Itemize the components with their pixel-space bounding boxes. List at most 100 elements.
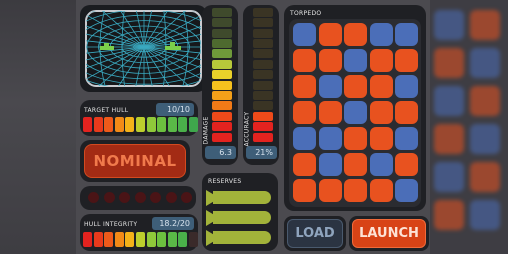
gauge-segment [253,49,273,59]
gauge-segment [253,39,273,48]
gauge-segment [178,117,188,132]
indicator-light [150,192,161,203]
indicator-light [134,192,146,203]
indicator-light [119,192,130,203]
grid-cell-orange[interactable] [369,75,393,98]
grid-cell-blue[interactable] [344,49,367,72]
gauge-segment [253,18,273,28]
gauge-segment [157,117,167,132]
left-background [0,0,76,254]
target-hull-bar [83,117,198,132]
torpedo-grid[interactable] [289,19,421,207]
grid-cell-blue[interactable] [395,179,418,202]
grid-cell-orange[interactable] [344,23,367,46]
load-button-label: LOAD [287,219,343,248]
gauge-segment [212,80,232,90]
grid-cell-orange[interactable] [395,153,418,176]
grid-cell-orange[interactable] [369,179,393,202]
indicator-light [88,192,99,203]
gauge-segment [253,101,273,111]
damage-panel: DAMAGE 6.3 [202,5,238,165]
gauge-segment [104,232,114,247]
hull-integrity-bar [83,232,198,247]
grid-cell-blue[interactable] [395,75,418,98]
grid-cell-orange[interactable] [293,179,316,202]
grid-cell-orange[interactable] [293,49,316,72]
gauge-segment [104,117,114,132]
grid-cell-blue[interactable] [318,127,342,150]
damage-value: 6.3 [205,146,236,159]
grid-cell-blue[interactable] [369,23,393,46]
gauge-segment [212,111,232,121]
grid-cell-orange[interactable] [344,127,367,150]
status-text: NOMINAL [84,144,186,178]
hull-integrity-label: HULL INTEGRITY [84,221,138,228]
grid-cell-blue[interactable] [293,23,316,46]
status-indicator: NOMINAL [80,140,190,182]
grid-cell-orange[interactable] [293,75,316,98]
indicator-light [165,192,177,203]
accuracy-bar [253,7,275,143]
gauge-segment [212,49,232,59]
gauge-segment [212,7,232,17]
gauge-segment [125,117,135,132]
gauge-segment [253,91,273,100]
gauge-segment [212,59,232,69]
accuracy-label: ACCURACY [243,111,251,147]
grid-cell-orange[interactable] [395,49,418,72]
load-button[interactable]: LOAD [284,216,346,251]
gauge-segment [93,232,103,247]
grid-cell-orange[interactable] [293,101,316,124]
grid-cell-blue[interactable] [318,75,342,98]
grid-cell-orange[interactable] [344,75,367,98]
reserves-list [206,187,276,249]
grid-cell-blue[interactable] [395,127,418,150]
grid-cell-orange[interactable] [318,101,342,124]
launch-button-label: LAUNCH [352,219,426,248]
torpedo-panel: TORPEDO [284,5,426,211]
grid-cell-orange[interactable] [369,101,393,124]
target-hull-panel: TARGET HULL 10/10 [80,100,198,136]
hull-integrity-panel: HULL INTEGRITY 18.2/20 [80,214,198,251]
grid-cell-orange[interactable] [318,49,342,72]
reserve-torpedo-icon [206,209,274,227]
gauge-segment [157,232,167,247]
grid-cell-blue[interactable] [293,127,316,150]
grid-cell-orange[interactable] [318,179,342,202]
gauge-segment [253,80,273,90]
gauge-segment [83,232,92,247]
grid-cell-orange[interactable] [318,23,342,46]
grid-cell-orange[interactable] [369,127,393,150]
gauge-segment [253,59,273,69]
grid-cell-orange[interactable] [369,49,393,72]
reserves-panel: RESERVES [202,173,278,251]
grid-cell-orange[interactable] [344,153,367,176]
grid-cell-blue[interactable] [318,153,342,176]
grid-cell-orange[interactable] [344,179,367,202]
gauge-segment [253,28,273,38]
gauge-segment [212,39,232,48]
grid-cell-orange[interactable] [395,101,418,124]
target-hull-label: TARGET HULL [84,107,129,114]
damage-bar [212,7,234,143]
grid-cell-blue[interactable] [369,153,393,176]
gauge-segment [189,232,198,247]
gauge-segment [212,91,232,100]
indicator-light [103,192,115,203]
launch-button[interactable]: LAUNCH [349,216,429,251]
sonar-display [85,10,202,87]
grid-cell-orange[interactable] [293,153,316,176]
grid-cell-blue[interactable] [344,101,367,124]
game-console: TARGET HULL 10/10 NOMINAL HULL INTEGRITY… [76,0,430,254]
target-hull-value: 10/10 [156,103,194,116]
grid-cell-blue[interactable] [395,23,418,46]
sonar-panel [80,5,207,92]
gauge-segment [146,117,156,132]
damage-label: DAMAGE [202,116,210,145]
gauge-segment [212,132,232,142]
gauge-segment [146,232,156,247]
gauge-segment [125,232,135,247]
gauge-segment [178,232,188,247]
gauge-segment [212,18,232,28]
right-background [430,0,508,254]
